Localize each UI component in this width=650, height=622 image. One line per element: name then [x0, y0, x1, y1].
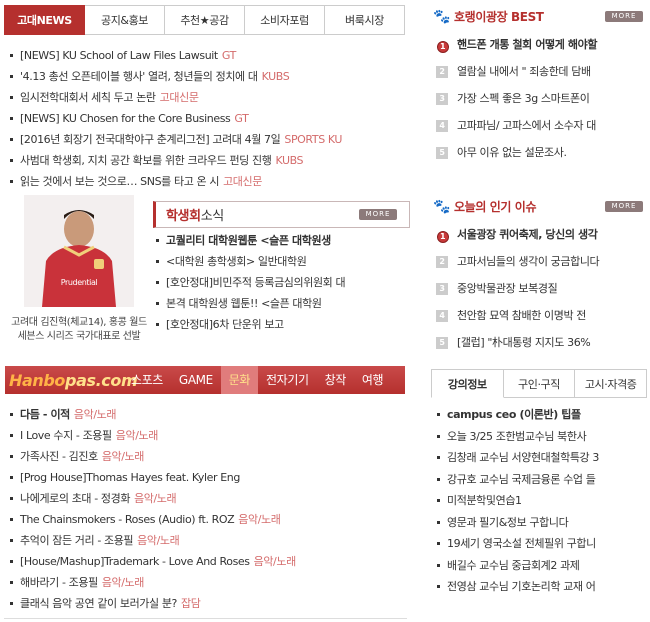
- popular-list: 서울광장 퀴어축제, 당신의 생각 2고파서님들의 생각이 궁금합니다 3중앙박…: [436, 221, 600, 356]
- photo-caption[interactable]: 고려대 김진혁(체교14), 홍콩 월드 세븐스 시리즈 국가대표로 선발: [6, 316, 152, 344]
- council-photo[interactable]: Prudential: [24, 195, 134, 307]
- list-item[interactable]: 클래식 음악 공연 같이 보러가실 분? 잡담: [8, 593, 296, 614]
- popular-header: 🐾 오늘의 인기 이슈 MORE: [433, 198, 643, 215]
- medal-icon: [436, 228, 449, 243]
- lecture-list: campus ceo (이론반) 팁플 오늘 3/25 조한범교수님 북한사 김…: [436, 404, 599, 598]
- list-item[interactable]: [Prog House]Thomas Hayes feat. Kyler Eng: [8, 467, 296, 488]
- list-item[interactable]: 배길수 교수님 중급회계2 과제: [436, 555, 599, 577]
- list-item[interactable]: <대학원 총학생회> 일반대학원: [154, 251, 345, 272]
- news-list: [NEWS] KU School of Law Files Lawsuit GT …: [8, 45, 342, 192]
- list-item[interactable]: [NEWS] KU Chosen for the Core Business GT: [8, 108, 342, 129]
- paw-icon: 🐾: [433, 8, 451, 25]
- best-header: 🐾 호랭이광장 BEST MORE: [433, 8, 643, 25]
- popular-title: 오늘의 인기 이슈: [454, 200, 537, 214]
- bottom-divider: [4, 618, 407, 619]
- list-item[interactable]: [호안정대]비민주적 등록금심의위원회 대: [154, 272, 346, 293]
- tab-consumer-forum[interactable]: 소비자포럼: [245, 5, 325, 35]
- council-title-bold: 학생회: [166, 209, 201, 224]
- list-item[interactable]: 추억이 잠든 거리 - 조용필 음악/노래: [8, 530, 296, 551]
- list-item[interactable]: 나에게로의 초대 - 정경화 음악/노래: [8, 488, 296, 509]
- list-item[interactable]: 19세기 영국소설 전체필위 구합니: [436, 533, 599, 555]
- council-header: 학생회 소식 MORE: [153, 201, 410, 228]
- tab-electronics[interactable]: 전자기기: [258, 366, 317, 394]
- list-item[interactable]: [House/Mashup]Trademark - Love And Roses…: [8, 551, 296, 572]
- list-item[interactable]: 4 천안함 묘역 참배한 이명박 전: [436, 302, 599, 329]
- tab-creation[interactable]: 창작: [317, 366, 354, 394]
- tab-recommend[interactable]: 추천★공감: [165, 5, 245, 35]
- list-item[interactable]: 강규호 교수님 국제금융론 수업 들: [436, 469, 599, 491]
- list-item[interactable]: [2016년 회장기 전국대학야구 춘계리그전] 고려대 4월 7일 SPORTS…: [8, 129, 342, 150]
- list-item[interactable]: campus ceo (이론반) 팁플: [436, 404, 599, 426]
- best-more-button[interactable]: MORE: [605, 11, 643, 22]
- list-item[interactable]: 다듬 - 이적 음악/노래: [8, 404, 296, 425]
- council-more-button[interactable]: MORE: [359, 209, 397, 220]
- hobby-nav-bar: Hanbo pas.com 스포츠 GAME 문화 전자기기 창작 여행: [5, 366, 405, 394]
- paw-icon: 🐾: [433, 198, 451, 215]
- tab-kunews[interactable]: 고대NEWS: [4, 5, 85, 35]
- tab-travel[interactable]: 여행: [354, 366, 391, 394]
- list-item[interactable]: 오늘 3/25 조한범교수님 북한사: [436, 426, 599, 448]
- list-item[interactable]: 2 고파서님들의 생각이 궁금합니다: [436, 248, 600, 275]
- list-item[interactable]: 3 중앙박물관장 보복경질: [436, 275, 599, 302]
- best-title: 호랭이광장 BEST: [454, 10, 544, 24]
- list-item[interactable]: 가족사진 - 김진호 음악/노래: [8, 446, 296, 467]
- list-item[interactable]: 전영삼 교수님 기호논리학 교재 어: [436, 576, 599, 598]
- list-item[interactable]: 서울광장 퀴어축제, 당신의 생각: [436, 221, 599, 248]
- list-item[interactable]: 2 열람실 내에서 " 죄송한데 담배: [436, 58, 597, 85]
- list-item[interactable]: 해바라기 - 조용필 음악/노래: [8, 572, 296, 593]
- council-list: 고퀄리티 대학원웹툰 <슬픈 대학원생 <대학원 총학생회> 일반대학원 [호안…: [154, 230, 346, 335]
- list-item[interactable]: 김창래 교수님 서양현대철학특강 3: [436, 447, 599, 469]
- tab-sports[interactable]: 스포츠: [123, 366, 171, 394]
- tab-jobs[interactable]: 구인·구직: [503, 369, 576, 398]
- best-list: 핸드폰 개통 철회 어떻게 해야할 2열람실 내에서 " 죄송한데 담배 3가장…: [436, 31, 597, 166]
- hobbypas-logo[interactable]: Hanbo pas.com: [5, 366, 138, 394]
- medal-icon: [436, 38, 449, 53]
- list-item[interactable]: 영문과 필기&정보 구합니다: [436, 512, 599, 534]
- lecture-tabs: 강의정보 구인·구직 고시·자격증: [431, 369, 648, 398]
- list-item[interactable]: 4 고파파님/ 고파스에서 소수자 대: [436, 112, 597, 139]
- council-title-rest: 소식: [200, 209, 225, 224]
- music-list: 다듬 - 이적 음악/노래 I Love 수지 - 조용필 음악/노래 가족사진 -…: [8, 404, 296, 614]
- popular-more-button[interactable]: MORE: [605, 201, 643, 212]
- list-item[interactable]: 핸드폰 개통 철회 어떻게 해야할: [436, 31, 597, 58]
- list-item[interactable]: 미적분학및연습1: [436, 490, 599, 512]
- tab-exam[interactable]: 고시·자격증: [575, 369, 648, 398]
- svg-text:Prudential: Prudential: [61, 278, 98, 287]
- list-item[interactable]: The Chainsmokers - Roses (Audio) ft. ROZ…: [8, 509, 296, 530]
- list-item[interactable]: 임시전학대회서 세칙 두고 논란 고대신문: [8, 87, 342, 108]
- list-item[interactable]: 5 [갤럽] "朴대통령 지지도 36%: [436, 329, 599, 356]
- tab-game[interactable]: GAME: [171, 366, 221, 394]
- news-tabs: 고대NEWS 공지&홍보 추천★공감 소비자포럼 벼룩시장: [4, 5, 405, 35]
- tab-lecture-info[interactable]: 강의정보: [431, 369, 504, 398]
- list-item[interactable]: 5 아무 이유 없는 설문조사.: [436, 139, 597, 166]
- list-item[interactable]: 사범대 학생회, 지치 공간 확보를 위한 크라우드 펀딩 진행 KUBS: [8, 150, 342, 171]
- tab-flea-market[interactable]: 벼룩시장: [325, 5, 405, 35]
- athlete-image: Prudential: [24, 195, 134, 307]
- list-item[interactable]: I Love 수지 - 조용필 음악/노래: [8, 425, 296, 446]
- list-item[interactable]: 고퀄리티 대학원웹툰 <슬픈 대학원생: [154, 230, 345, 251]
- list-item[interactable]: 본격 대학원생 웹툰!! <슬픈 대학원: [154, 293, 345, 314]
- tab-culture[interactable]: 문화: [220, 366, 259, 394]
- tab-notice[interactable]: 공지&홍보: [85, 5, 165, 35]
- list-item[interactable]: 3 가장 스펙 좋은 3g 스마트폰이: [436, 85, 597, 112]
- list-item[interactable]: [호안정대]6차 단운위 보고: [154, 314, 345, 335]
- list-item[interactable]: [NEWS] KU School of Law Files Lawsuit GT: [8, 45, 342, 66]
- list-item[interactable]: 읽는 것에서 보는 것으로… SNS를 타고 온 시 고대신문: [8, 171, 342, 192]
- list-item[interactable]: '4.13 총선 오픈테이블 행사' 열려, 청년들의 정치에 대 KUBS: [8, 66, 342, 87]
